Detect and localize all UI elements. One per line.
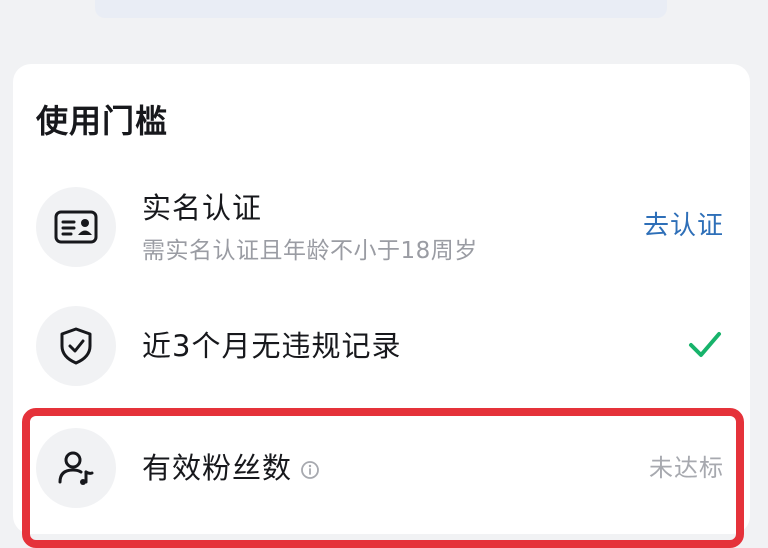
section-title: 使用门槛 bbox=[36, 102, 169, 140]
shield-check-icon bbox=[36, 306, 116, 386]
requirement-title: 实名认证 bbox=[142, 191, 263, 225]
user-music-icon bbox=[36, 428, 116, 508]
requirement-title: 有效粉丝数 bbox=[142, 451, 293, 485]
requirement-row-no-violation: 近3个月无违规记录 bbox=[0, 306, 768, 386]
verify-link[interactable]: 去认证 bbox=[643, 209, 724, 243]
requirement-row-followers[interactable]: 有效粉丝数 未达标 bbox=[0, 428, 768, 510]
requirement-subtitle: 需实名认证且年龄不小于18周岁 bbox=[142, 238, 478, 264]
checkmark-icon bbox=[688, 330, 722, 364]
top-banner bbox=[95, 0, 667, 18]
id-card-icon bbox=[36, 187, 116, 267]
requirement-title: 近3个月无违规记录 bbox=[142, 329, 402, 363]
requirement-title-wrap: 有效粉丝数 bbox=[142, 450, 320, 488]
info-icon[interactable] bbox=[300, 452, 320, 488]
status-not-met: 未达标 bbox=[649, 454, 724, 482]
requirement-row-real-name: 实名认证 需实名认证且年龄不小于18周岁 去认证 bbox=[0, 183, 768, 273]
